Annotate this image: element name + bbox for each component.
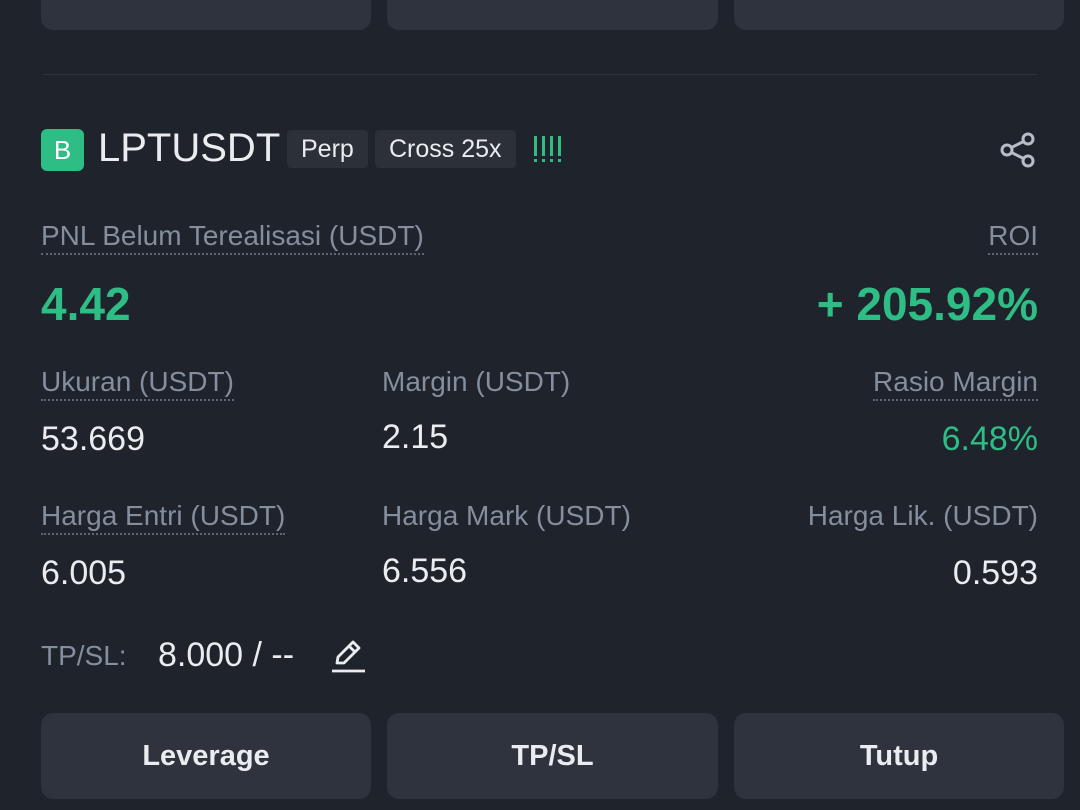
perp-tag: Perp: [287, 130, 368, 168]
size-label[interactable]: Ukuran (USDT): [41, 366, 234, 401]
pnl-label[interactable]: PNL Belum Terealisasi (USDT): [41, 220, 424, 255]
prev-tpsl-button[interactable]: [387, 0, 718, 30]
mark-price-label: Harga Mark (USDT): [382, 500, 631, 531]
side-badge: B: [41, 129, 84, 171]
entry-price-label[interactable]: Harga Entri (USDT): [41, 500, 286, 535]
tpsl-value: 8.000 / --: [158, 636, 295, 674]
close-button[interactable]: Tutup: [734, 713, 1064, 799]
leverage-button[interactable]: Leverage: [41, 713, 371, 799]
share-icon[interactable]: [998, 130, 1038, 170]
margin-mode-tag: Cross 25x: [375, 130, 516, 168]
size-value: 53.669: [41, 420, 145, 458]
liq-price-label: Harga Lik. (USDT): [807, 500, 1038, 531]
prev-leverage-button[interactable]: [41, 0, 371, 30]
margin-label: Margin (USDT): [382, 366, 571, 397]
divider: [42, 74, 1038, 75]
entry-price-value: 6.005: [41, 554, 127, 592]
pnl-value: 4.42: [41, 278, 131, 330]
edit-icon[interactable]: [329, 636, 367, 674]
roi-label[interactable]: ROI: [988, 220, 1038, 255]
roi-value: + 205.92%: [816, 278, 1038, 330]
margin-ratio-value: 6.48%: [941, 420, 1038, 458]
margin-level-icon: [534, 136, 561, 162]
position-card: B LPTUSDT Perp Cross 25x PNL Belum Terea…: [0, 0, 1080, 810]
prev-close-button[interactable]: [734, 0, 1064, 30]
symbol-title[interactable]: LPTUSDT: [98, 126, 280, 171]
margin-ratio-label[interactable]: Rasio Margin: [873, 366, 1038, 401]
liq-price-value: 0.593: [952, 554, 1038, 592]
tpsl-label: TP/SL:: [41, 640, 127, 671]
mark-price-value: 6.556: [382, 552, 468, 590]
tpsl-button[interactable]: TP/SL: [387, 713, 718, 799]
margin-value: 2.15: [382, 418, 449, 456]
